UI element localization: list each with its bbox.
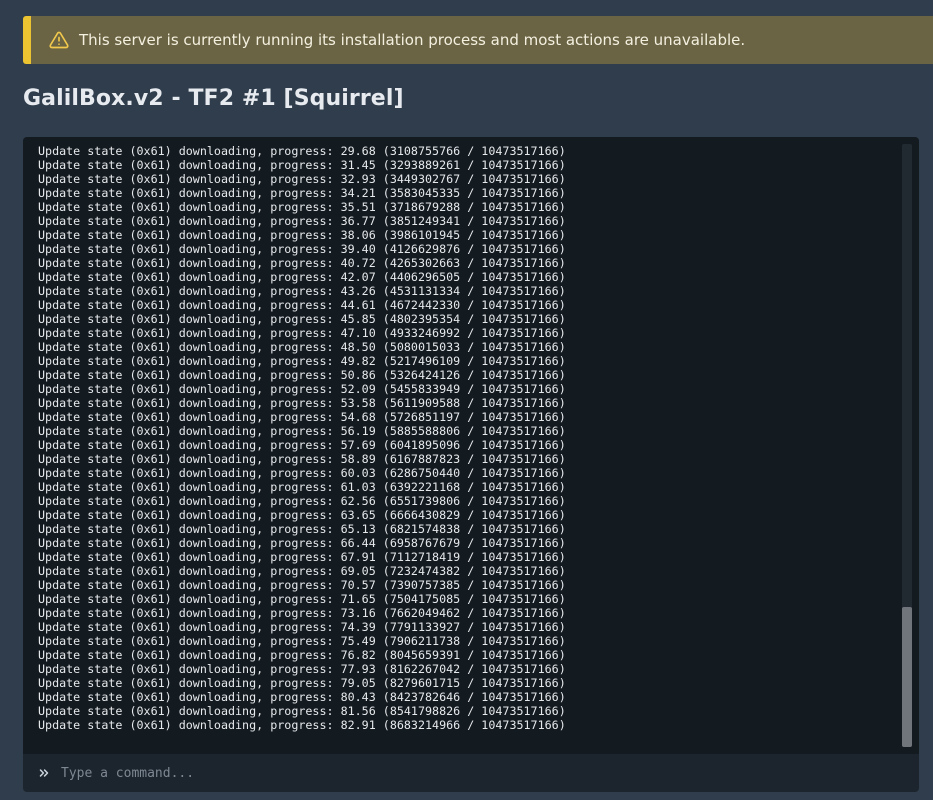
console-line: Update state (0x61) downloading, progres… <box>38 410 566 424</box>
console-line: Update state (0x61) downloading, progres… <box>38 382 566 396</box>
console-line: Update state (0x61) downloading, progres… <box>38 564 566 578</box>
alert-message: This server is currently running its ins… <box>79 31 746 49</box>
console-line: Update state (0x61) downloading, progres… <box>38 242 566 256</box>
command-input[interactable] <box>61 759 881 787</box>
console-line: Update state (0x61) downloading, progres… <box>38 494 566 508</box>
console-line: Update state (0x61) downloading, progres… <box>38 228 566 242</box>
console-line: Update state (0x61) downloading, progres… <box>38 438 566 452</box>
console-line: Update state (0x61) downloading, progres… <box>38 172 566 186</box>
console-line: Update state (0x61) downloading, progres… <box>38 200 566 214</box>
console-line: Update state (0x61) downloading, progres… <box>38 592 566 606</box>
console-line: Update state (0x61) downloading, progres… <box>38 144 566 158</box>
console-line: Update state (0x61) downloading, progres… <box>38 550 566 564</box>
console-line: Update state (0x61) downloading, progres… <box>38 620 566 634</box>
console-line: Update state (0x61) downloading, progres… <box>38 214 566 228</box>
console-line: Update state (0x61) downloading, progres… <box>38 396 566 410</box>
console-line: Update state (0x61) downloading, progres… <box>38 480 566 494</box>
console-line: Update state (0x61) downloading, progres… <box>38 424 566 438</box>
console-line: Update state (0x61) downloading, progres… <box>38 186 566 200</box>
server-console: Update state (0x61) downloading, progres… <box>23 137 919 754</box>
installation-alert: This server is currently running its ins… <box>23 16 933 64</box>
console-line: Update state (0x61) downloading, progres… <box>38 326 566 340</box>
console-line: Update state (0x61) downloading, progres… <box>38 676 566 690</box>
command-bar <box>23 754 919 792</box>
console-line: Update state (0x61) downloading, progres… <box>38 704 566 718</box>
console-line: Update state (0x61) downloading, progres… <box>38 606 566 620</box>
console-scrollbar-thumb[interactable] <box>902 607 912 747</box>
console-line: Update state (0x61) downloading, progres… <box>38 284 566 298</box>
console-line: Update state (0x61) downloading, progres… <box>38 158 566 172</box>
console-line: Update state (0x61) downloading, progres… <box>38 466 566 480</box>
console-line: Update state (0x61) downloading, progres… <box>38 256 566 270</box>
console-output: Update state (0x61) downloading, progres… <box>38 144 898 748</box>
console-line: Update state (0x61) downloading, progres… <box>38 662 566 676</box>
warning-triangle-icon <box>49 31 69 49</box>
console-line: Update state (0x61) downloading, progres… <box>38 368 566 382</box>
console-line: Update state (0x61) downloading, progres… <box>38 340 566 354</box>
chevrons-right-icon <box>39 769 49 777</box>
console-scrollbar[interactable] <box>902 144 912 747</box>
console-line: Update state (0x61) downloading, progres… <box>38 648 566 662</box>
page-title: GalilBox.v2 - TF2 #1 [Squirrel] <box>23 86 404 111</box>
console-line: Update state (0x61) downloading, progres… <box>38 578 566 592</box>
console-line: Update state (0x61) downloading, progres… <box>38 452 566 466</box>
console-line: Update state (0x61) downloading, progres… <box>38 718 566 732</box>
console-line: Update state (0x61) downloading, progres… <box>38 508 566 522</box>
console-line: Update state (0x61) downloading, progres… <box>38 690 566 704</box>
console-line: Update state (0x61) downloading, progres… <box>38 298 566 312</box>
console-line: Update state (0x61) downloading, progres… <box>38 354 566 368</box>
console-line: Update state (0x61) downloading, progres… <box>38 312 566 326</box>
console-line: Update state (0x61) downloading, progres… <box>38 536 566 550</box>
console-line: Update state (0x61) downloading, progres… <box>38 522 566 536</box>
console-line: Update state (0x61) downloading, progres… <box>38 634 566 648</box>
console-line: Update state (0x61) downloading, progres… <box>38 270 566 284</box>
